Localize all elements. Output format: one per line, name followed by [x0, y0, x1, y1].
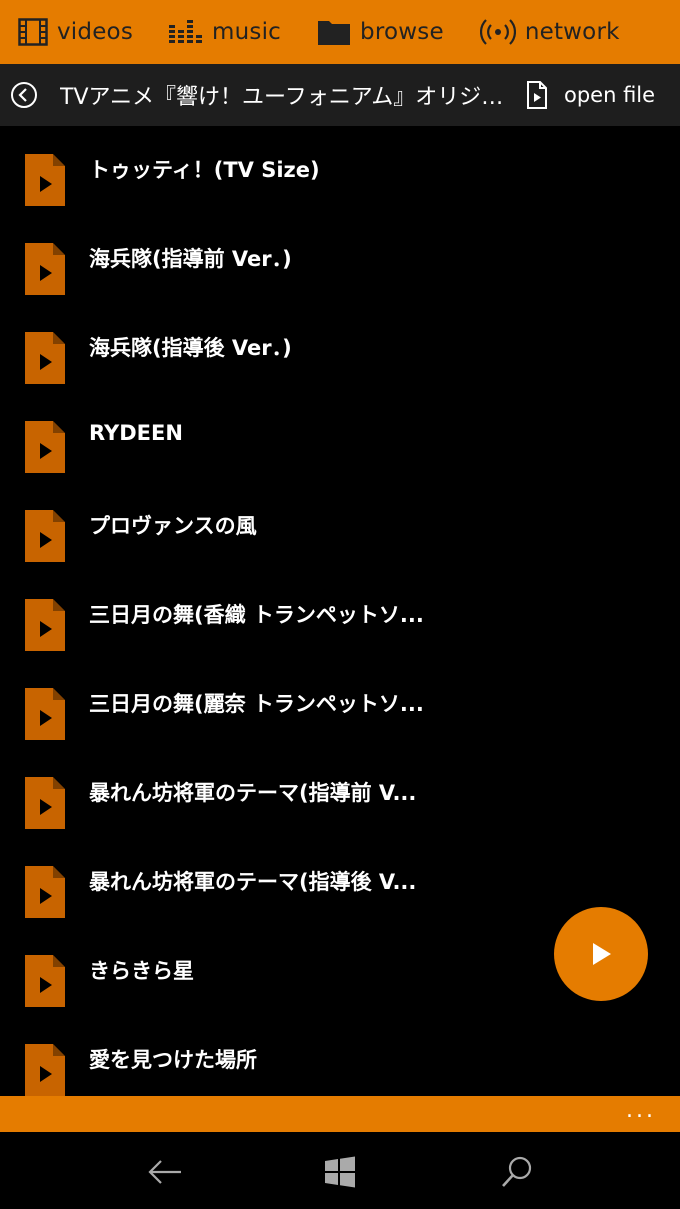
windows-logo-icon [325, 1156, 355, 1188]
file-title: 海兵隊(指導前 Ver．) [89, 247, 292, 271]
open-file-label: open file [564, 83, 656, 107]
nav-videos[interactable]: videos [0, 0, 151, 64]
audio-file-icon [25, 688, 65, 740]
file-list-item[interactable]: 暴れん坊将軍のテーマ(指導前 V... [0, 749, 680, 838]
audio-file-icon [25, 777, 65, 829]
back-circle-icon [11, 82, 37, 108]
file-list-item[interactable]: 三日月の舞(麗奈 トランペットソ... [0, 660, 680, 749]
audio-file-icon [25, 599, 65, 651]
file-list-item[interactable]: 海兵隊(指導後 Ver．) [0, 304, 680, 393]
file-list-item[interactable]: 愛を見つけた場所 [0, 1016, 680, 1096]
file-list-item[interactable]: プロヴァンスの風 [0, 482, 680, 571]
system-start-button[interactable] [320, 1152, 360, 1192]
file-title: 暴れん坊将軍のテーマ(指導後 V... [89, 870, 417, 894]
broadcast-icon [479, 19, 516, 45]
nav-browse-label: browse [360, 19, 444, 45]
file-title: 海兵隊(指導後 Ver．) [89, 336, 292, 360]
audio-file-icon [25, 866, 65, 918]
file-title: RYDEEN [89, 421, 183, 445]
back-button[interactable] [0, 64, 48, 126]
folder-icon [318, 21, 351, 45]
file-title: 三日月の舞(麗奈 トランペットソ... [89, 692, 424, 716]
nav-music-label: music [212, 19, 282, 45]
file-play-icon [527, 81, 547, 109]
file-title: 三日月の舞(香織 トランペットソ... [89, 603, 424, 627]
nav-network[interactable]: network [462, 0, 638, 64]
nav-network-label: network [524, 19, 620, 45]
file-title: 愛を見つけた場所 [89, 1048, 257, 1072]
play-icon [593, 943, 611, 965]
file-list-item[interactable]: 海兵隊(指導前 Ver．) [0, 215, 680, 304]
audio-file-icon [25, 955, 65, 1007]
search-icon [502, 1156, 532, 1187]
audio-file-icon [25, 154, 65, 206]
film-icon [18, 18, 48, 46]
file-title: 暴れん坊将軍のテーマ(指導前 V... [89, 781, 417, 805]
arrow-left-icon [148, 1160, 181, 1184]
file-list-item[interactable]: RYDEEN [0, 393, 680, 482]
more-options-button[interactable]: ... [626, 1098, 656, 1124]
folder-title: TVアニメ『響け！ユーフォニアム』オリジナルサ... [60, 85, 512, 110]
file-title: プロヴァンスの風 [89, 514, 257, 538]
file-list-item[interactable]: 三日月の舞(香織 トランペットソ... [0, 571, 680, 660]
equalizer-icon [169, 20, 203, 43]
file-title: トゥッティ！(TV Size) [89, 158, 320, 182]
file-list-item[interactable]: トゥッティ！(TV Size) [0, 126, 680, 215]
mini-player-bar[interactable]: ... [0, 1096, 680, 1132]
audio-file-icon [25, 510, 65, 562]
audio-file-icon [25, 421, 65, 473]
open-file-button[interactable]: open file [526, 81, 655, 109]
top-navigation: videos music browse network [0, 0, 680, 64]
system-back-button[interactable] [145, 1152, 185, 1192]
folder-header: TVアニメ『響け！ユーフォニアム』オリジナルサ... open file [0, 64, 680, 126]
audio-file-icon [25, 332, 65, 384]
nav-music[interactable]: music [151, 0, 299, 64]
nav-browse[interactable]: browse [299, 0, 462, 64]
play-button[interactable] [554, 907, 648, 1001]
file-title: きらきら星 [89, 959, 194, 983]
nav-videos-label: videos [57, 19, 134, 45]
system-search-button[interactable] [497, 1152, 537, 1192]
audio-file-icon [25, 1044, 65, 1096]
audio-file-icon [25, 243, 65, 295]
system-navigation-bar [0, 1132, 680, 1209]
